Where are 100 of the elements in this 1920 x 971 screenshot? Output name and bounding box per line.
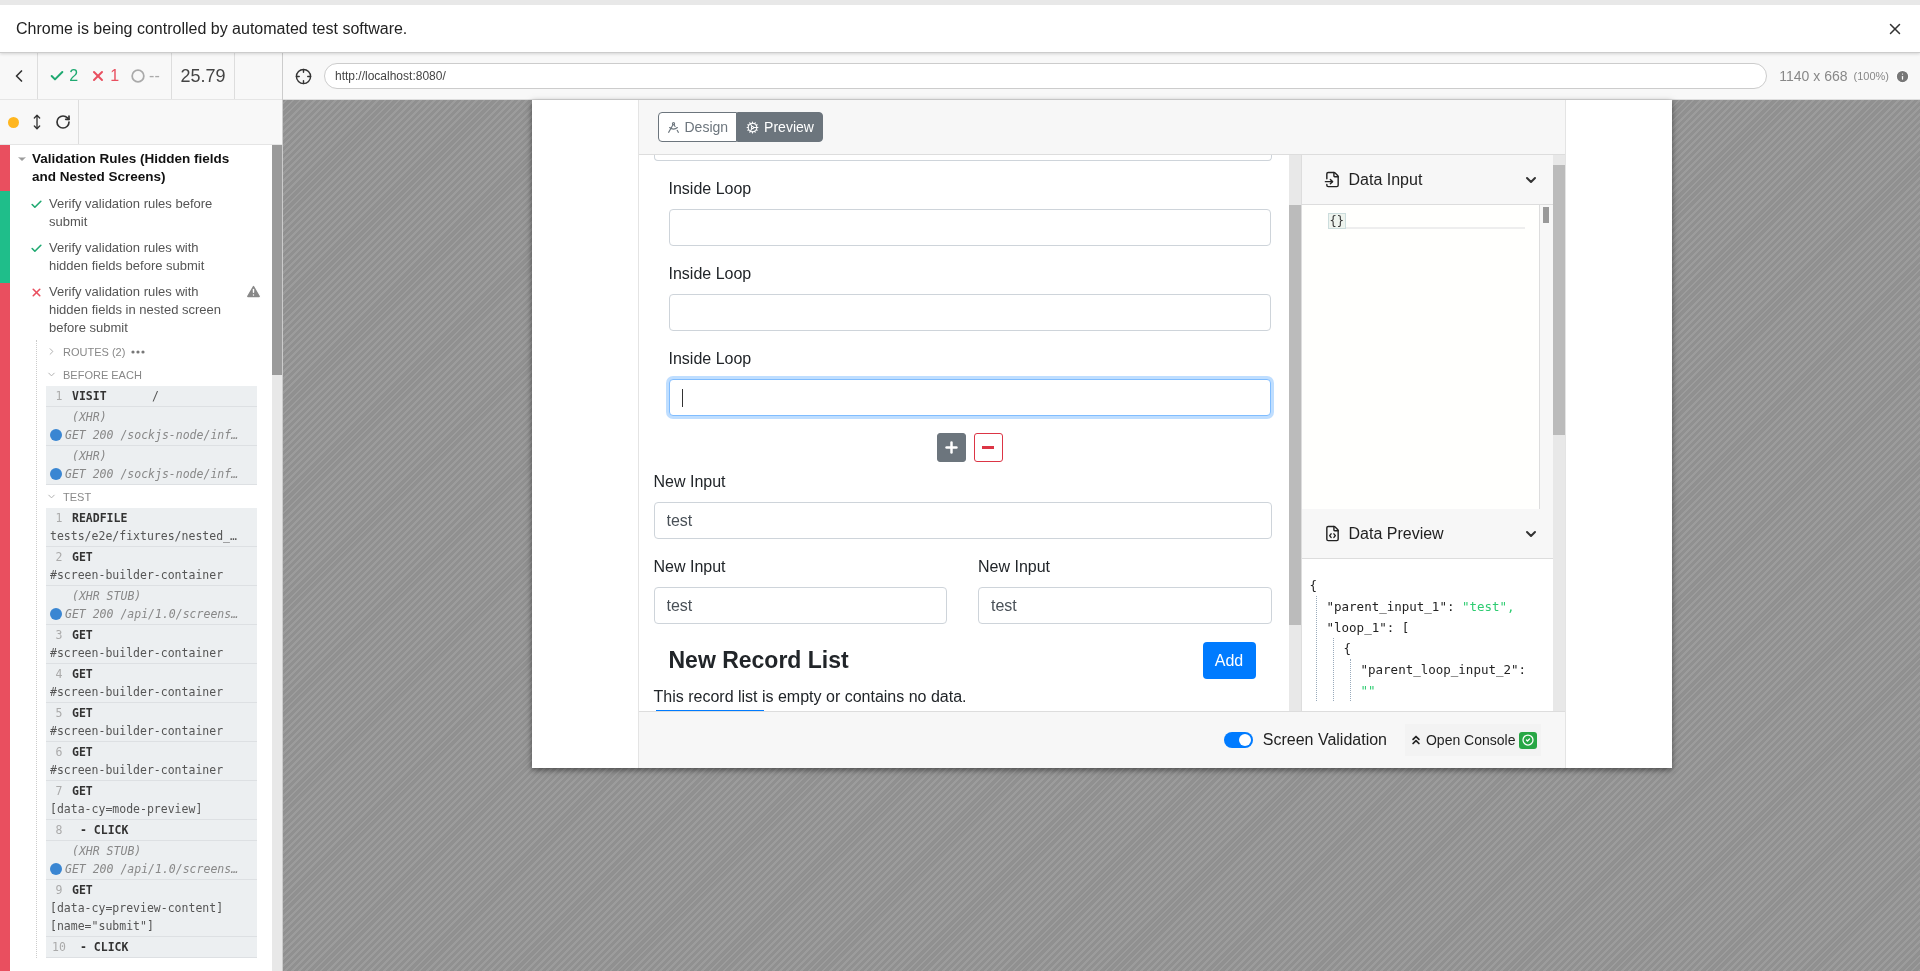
json-value: "test", [1461,598,1515,616]
plus-icon [942,439,960,456]
command-log-row[interactable]: 10 - CLICK [46,937,257,958]
input-field[interactable]: test [653,502,1272,539]
command-log-row[interactable]: 7 GET [data-cy=mode-preview] [46,781,257,820]
input-field[interactable] [653,155,1272,161]
add-button[interactable]: Add [1202,642,1256,679]
xhr-message: GET 200 /api/1.0/screens… [65,861,239,878]
info-icon[interactable] [1895,68,1910,84]
zoom-level: (100%) [1853,70,1889,82]
xhr-message: GET 200 /sockjs-node/inf… [65,427,239,444]
test-title[interactable]: Verify validation rules before submit [49,195,225,231]
passed-count: 2 [69,67,79,85]
viewport-size: 1140 x 668 [1779,68,1848,84]
command-name: GET [72,783,94,800]
infobar-message: Chrome is being controlled by automated test software. [16,19,408,38]
section-title[interactable]: BEFORE EACH [63,368,142,381]
scrollbar[interactable] [272,145,282,971]
panel-header[interactable]: Data Preview [1301,509,1553,559]
input-field[interactable]: test [653,587,947,624]
xhr-label: (XHR STUB) [71,843,143,860]
command-message: tests/e2e/fixtures/nested_… [50,528,237,545]
input-field[interactable] [668,294,1271,331]
failed-count: 1 [110,67,120,85]
field-label: New Input [653,557,727,577]
mode-tab[interactable]: Design [657,112,738,142]
add-item-button[interactable] [936,433,966,462]
rerun-button[interactable] [54,114,71,130]
command-name: GET [72,549,94,566]
status-dot [50,863,62,875]
xhr-message: GET 200 /sockjs-node/inf… [65,466,239,483]
input-field[interactable] [668,209,1271,246]
command-message: [data-cy=mode-preview] [50,801,203,818]
command-message: #screen-builder-container [50,723,224,740]
field-label: Inside Loop [668,349,753,369]
xhr-message: GET 200 /api/1.0/screens… [65,606,239,623]
input-field[interactable] [668,379,1271,416]
command-number: 7 [54,783,64,800]
url-field[interactable]: http://localhost:8080/ [324,63,1768,89]
command-log-row[interactable]: 1 READFILE tests/e2e/fixtures/nested_… [46,508,257,547]
command-log-row[interactable]: 8 - CLICK [46,820,257,841]
status-stripe [0,191,10,237]
record-list-title: New Record List [668,647,849,674]
command-name: GET [72,666,94,683]
status-dot [50,608,62,620]
code-text[interactable]: {} [1327,213,1346,229]
xhr-label: (XHR STUB) [71,588,143,605]
scrollbar[interactable] [1538,205,1553,509]
json-value: "" [1360,682,1376,700]
command-log-row[interactable]: 4 GET #screen-builder-container [46,664,257,703]
xhr-label: (XHR) [71,448,108,465]
more-icon[interactable] [131,349,146,354]
panel-header[interactable]: Data Input [1301,155,1553,205]
section-title[interactable]: ROUTES (2) [63,345,126,358]
command-number: 3 [54,627,64,644]
command-name: - CLICK [79,822,130,839]
file-input-icon [1323,171,1341,188]
validation-toggle[interactable] [1223,732,1253,748]
scrollbar[interactable] [1288,155,1301,711]
command-log-row[interactable]: 3 GET #screen-builder-container [46,625,257,664]
status-dot [50,429,62,441]
command-log-row[interactable]: 6 GET #screen-builder-container [46,742,257,781]
check-badge-icon [1518,731,1537,749]
command-log-row[interactable]: 5 GET #screen-builder-container [46,703,257,742]
toggle-label: Screen Validation [1262,731,1387,749]
command-log-row[interactable]: 2 GET #screen-builder-container [46,547,257,586]
test-title[interactable]: Verify validation rules with hidden fields before submit [49,239,225,275]
open-console-button[interactable]: Open Console [1405,724,1541,756]
json-key: "parent_input_1": [1326,599,1462,614]
panel-title: Data Input [1348,170,1424,189]
chevrons-up-icon [1409,733,1423,747]
command-number: 8 [54,822,64,839]
command-number: 9 [54,882,64,899]
pending-count: -- [149,67,160,85]
command-log-row[interactable]: 1 VISIT / [46,386,257,407]
section-title[interactable]: TEST [63,490,92,503]
field-label: Inside Loop [668,264,753,284]
status-stripe [0,145,10,191]
mode-tab[interactable]: Preview [737,112,823,142]
remove-item-button[interactable] [973,433,1003,462]
command-number: 4 [54,666,64,683]
test-title[interactable]: Verify validation rules with hidden fields in nested screen before submit [49,283,225,337]
command-name: VISIT [72,388,108,405]
empty-message: This record list is empty or contains no data. [653,687,968,707]
command-number: 2 [54,549,64,566]
field-label: New Input [653,472,727,492]
json-key: "parent_loop_input_2": [1360,662,1527,677]
suite-title[interactable]: Validation Rules (Hidden fields and Nested Screens) [32,150,246,186]
json-key: "loop_1": [1326,620,1402,635]
command-number: 1 [54,510,64,527]
command-name: GET [72,744,94,761]
input-field[interactable]: test [978,587,1272,624]
selector-playground-button[interactable] [295,67,312,85]
minus-icon [982,446,994,449]
command-message: #screen-builder-container [50,762,224,779]
command-log-row[interactable]: 9 GET [data-cy=preview-content] [name="submit"] [46,880,257,937]
command-message: / [152,388,159,405]
json-bracket: [ [1401,620,1410,635]
field-label: New Input [978,557,1052,577]
text-caret [681,389,683,407]
